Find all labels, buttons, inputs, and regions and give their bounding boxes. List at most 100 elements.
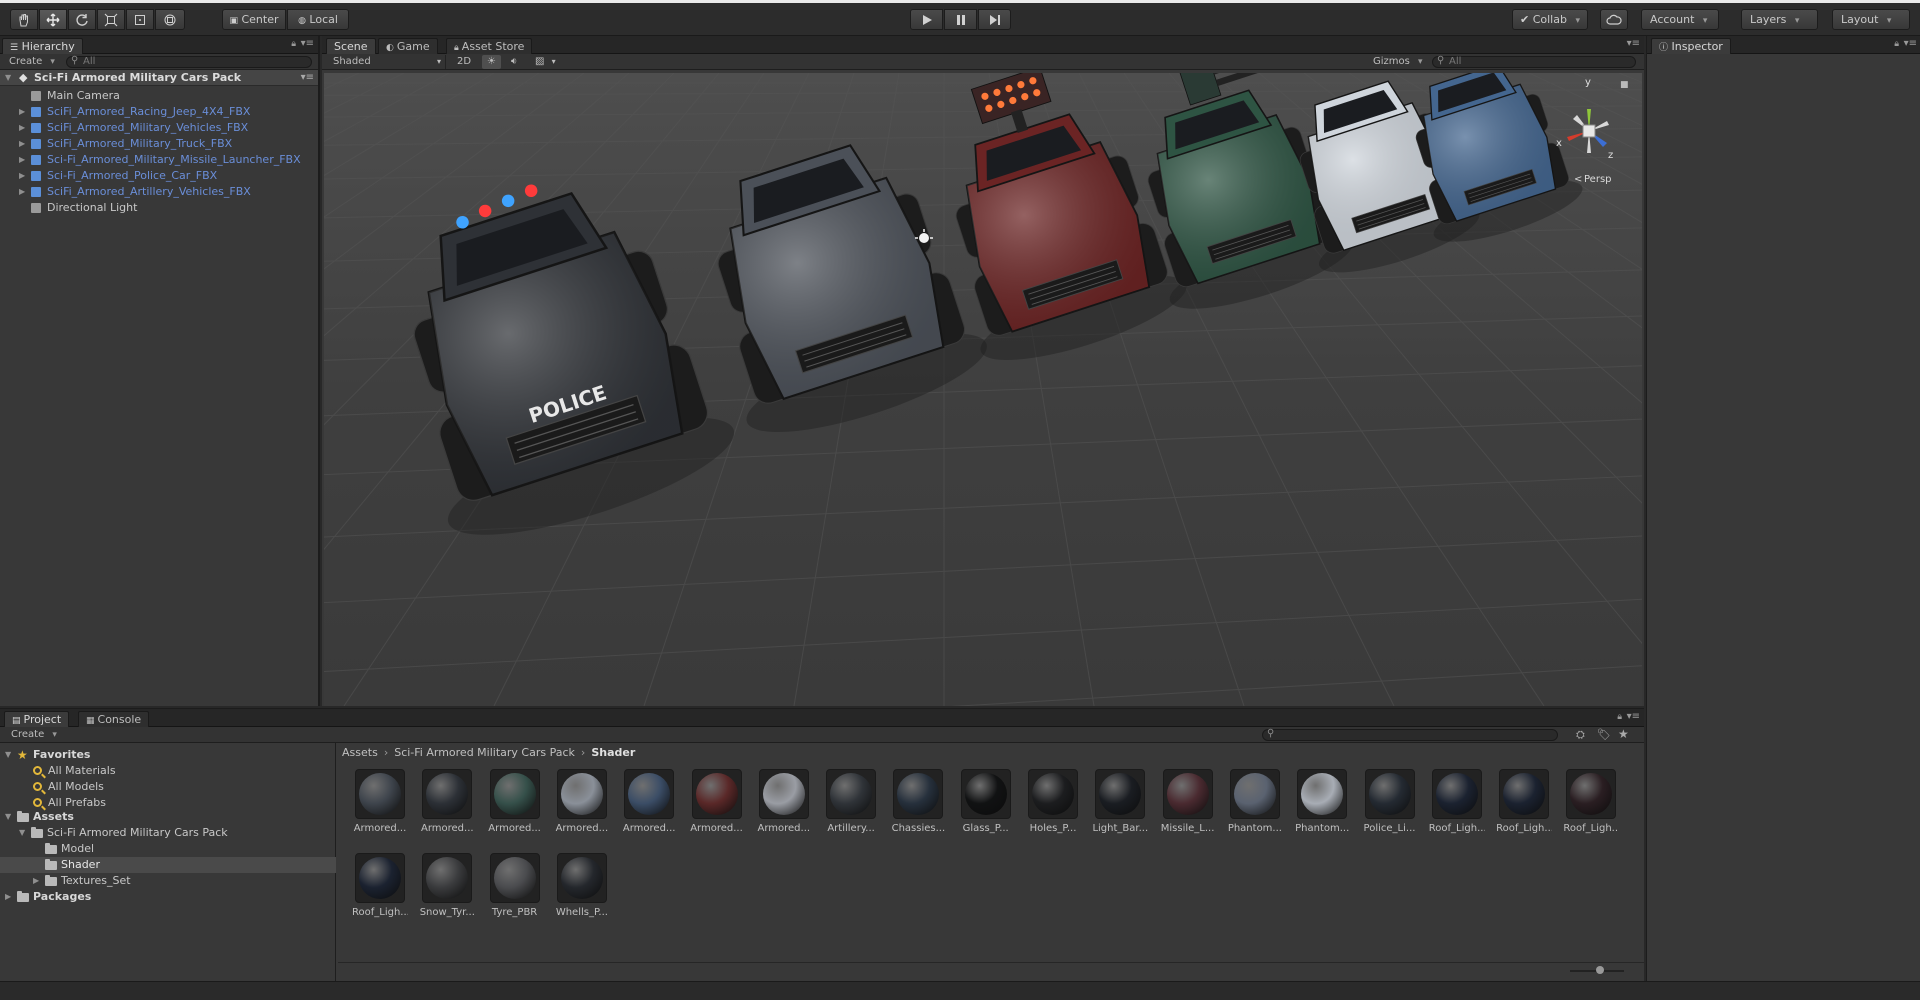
- material-asset[interactable]: Armored...: [756, 769, 812, 834]
- material-asset[interactable]: Phantom...: [1294, 769, 1350, 834]
- hierarchy-item[interactable]: ▶ SciFi_Armored_Racing_Jeep_4X4_FBX: [0, 104, 318, 120]
- rect-tool-button[interactable]: [126, 9, 154, 30]
- hand-tool-button[interactable]: [10, 9, 38, 30]
- folder-item[interactable]: ▼ Sci-Fi Armored Military Cars Pack: [0, 825, 336, 841]
- collapse-arrow-icon[interactable]: ▶: [19, 104, 25, 120]
- material-asset[interactable]: Phantom...: [1227, 769, 1283, 834]
- material-asset[interactable]: Armored...: [621, 769, 677, 834]
- material-asset[interactable]: Roof_Ligh...: [1429, 769, 1485, 834]
- material-asset[interactable]: Police_Li...: [1362, 769, 1418, 834]
- panel-menu-icon[interactable]: ▾≡: [301, 38, 314, 49]
- hierarchy-item[interactable]: ▶ Sci-Fi_Armored_Military_Missile_Launche…: [0, 152, 318, 168]
- lock-icon[interactable]: 🔒︎: [1617, 712, 1622, 722]
- layers-dropdown[interactable]: Layers: [1741, 9, 1818, 30]
- material-asset[interactable]: Glass_P...: [958, 769, 1014, 834]
- rotate-tool-button[interactable]: [68, 9, 96, 30]
- scene-render[interactable]: POLICE y x z ■ < Persp: [324, 73, 1642, 706]
- tab-inspector[interactable]: ⓘ Inspector: [1651, 38, 1731, 54]
- breadcrumb-item[interactable]: Assets: [342, 746, 378, 759]
- effects-dropdown[interactable]: ▨ ▾: [530, 55, 561, 69]
- scene-menu-icon[interactable]: ▾≡: [301, 70, 314, 86]
- project-create-dropdown[interactable]: Create: [6, 728, 62, 742]
- panel-menu-icon[interactable]: ▾≡: [1627, 38, 1640, 49]
- cloud-button[interactable]: [1600, 9, 1628, 30]
- tab-hierarchy[interactable]: ☰ Hierarchy: [2, 38, 83, 54]
- expand-arrow-icon[interactable]: ▼: [5, 809, 11, 825]
- material-asset[interactable]: Whells_P...: [554, 853, 610, 918]
- assets-header[interactable]: ▼ Assets: [0, 809, 336, 825]
- step-button[interactable]: [978, 9, 1011, 30]
- projection-label[interactable]: Persp: [1584, 174, 1612, 185]
- material-asset[interactable]: Roof_Ligh...: [1563, 769, 1619, 834]
- material-asset[interactable]: Armored...: [419, 769, 475, 834]
- transform-tool-button[interactable]: [155, 9, 185, 30]
- account-dropdown[interactable]: Account: [1641, 9, 1719, 30]
- folder-item[interactable]: Shader: [0, 857, 336, 873]
- pivot-center-button[interactable]: ▣ Center: [222, 9, 286, 30]
- collapse-arrow-icon[interactable]: ▶: [19, 152, 25, 168]
- expand-arrow-icon[interactable]: ▼: [5, 747, 11, 763]
- expand-arrow-icon[interactable]: ▼: [5, 70, 11, 86]
- hierarchy-item[interactable]: Main Camera: [0, 88, 318, 104]
- shading-mode-dropdown[interactable]: Shaded ▾: [328, 55, 446, 69]
- breadcrumb-item[interactable]: Sci-Fi Armored Military Cars Pack: [394, 746, 575, 759]
- panel-menu-icon[interactable]: ▾≡: [1904, 38, 1917, 49]
- favorite-star-icon[interactable]: ★: [1618, 727, 1629, 741]
- hierarchy-item[interactable]: ▶ SciFi_Armored_Military_Vehicles_FBX: [0, 120, 318, 136]
- material-asset[interactable]: Armored...: [352, 769, 408, 834]
- hierarchy-search-input[interactable]: All: [66, 56, 312, 68]
- lock-icon[interactable]: 🔒︎: [291, 39, 296, 49]
- hierarchy-item[interactable]: ▶ SciFi_Armored_Artillery_Vehicles_FBX: [0, 184, 318, 200]
- folder-item[interactable]: ▶ Textures_Set: [0, 873, 336, 889]
- lighting-toggle[interactable]: ☀: [482, 55, 501, 69]
- hierarchy-item[interactable]: ▶ SciFi_Armored_Military_Truck_FBX: [0, 136, 318, 152]
- material-asset[interactable]: Chassies...: [890, 769, 946, 834]
- slider-thumb[interactable]: [1596, 966, 1604, 974]
- tab-scene[interactable]: Scene: [326, 38, 376, 54]
- favorite-item[interactable]: All Materials: [0, 763, 336, 779]
- tab-asset-store[interactable]: 🔒︎ Asset Store: [446, 38, 533, 54]
- layout-dropdown[interactable]: Layout: [1832, 9, 1910, 30]
- favorites-header[interactable]: ▼ ★ Favorites: [0, 747, 336, 763]
- move-tool-button[interactable]: [39, 9, 67, 30]
- hierarchy-item[interactable]: Directional Light: [0, 200, 318, 216]
- hierarchy-create-dropdown[interactable]: Create: [4, 55, 60, 69]
- expand-arrow-icon[interactable]: ▼: [19, 825, 25, 841]
- lock-icon[interactable]: 🔒︎: [1894, 39, 1899, 49]
- collapse-arrow-icon[interactable]: ▶: [5, 889, 11, 905]
- panel-menu-icon[interactable]: ▾≡: [1627, 711, 1640, 722]
- tab-project[interactable]: ▤ Project: [4, 711, 70, 727]
- material-asset[interactable]: Armored...: [554, 769, 610, 834]
- gizmo-lock-icon[interactable]: ■: [1620, 80, 1629, 90]
- filter-by-type-icon[interactable]: ⛭: [1576, 728, 1585, 742]
- material-asset[interactable]: Snow_Tyr...: [419, 853, 475, 918]
- project-search-input[interactable]: [1262, 729, 1558, 741]
- play-button[interactable]: [910, 9, 943, 30]
- collab-dropdown[interactable]: ✔ Collab: [1512, 9, 1588, 30]
- folder-item[interactable]: Model: [0, 841, 336, 857]
- collapse-arrow-icon[interactable]: ▶: [19, 184, 25, 200]
- material-asset[interactable]: Artillery...: [823, 769, 879, 834]
- scale-tool-button[interactable]: [97, 9, 125, 30]
- favorite-item[interactable]: All Models: [0, 779, 336, 795]
- collapse-arrow-icon[interactable]: ▶: [19, 168, 25, 184]
- material-asset[interactable]: Holes_P...: [1025, 769, 1081, 834]
- gizmos-dropdown[interactable]: Gizmos: [1368, 55, 1428, 69]
- collapse-arrow-icon[interactable]: ▶: [19, 120, 25, 136]
- tab-game[interactable]: ◐ Game: [378, 38, 438, 54]
- material-asset[interactable]: Tyre_PBR: [487, 853, 543, 918]
- mode-2d-button[interactable]: 2D: [452, 55, 476, 69]
- asset-size-slider[interactable]: [1570, 966, 1624, 974]
- material-asset[interactable]: Missile_L...: [1160, 769, 1216, 834]
- hierarchy-scene-header[interactable]: ▼ ◆ Sci-Fi Armored Military Cars Pack ▾≡: [0, 70, 318, 86]
- material-asset[interactable]: Roof_Ligh...: [352, 853, 408, 918]
- scene-search-input[interactable]: All: [1432, 56, 1636, 68]
- material-asset[interactable]: Armored...: [487, 769, 543, 834]
- collapse-arrow-icon[interactable]: ▶: [33, 873, 39, 889]
- material-asset[interactable]: Armored...: [689, 769, 745, 834]
- tab-console[interactable]: ▦ Console: [78, 711, 150, 727]
- material-asset[interactable]: Light_Bar...: [1092, 769, 1148, 834]
- collapse-arrow-icon[interactable]: ▶: [19, 136, 25, 152]
- filter-by-label-icon[interactable]: 🏷︎: [1597, 728, 1611, 741]
- audio-toggle[interactable]: 🔉︎: [506, 55, 522, 69]
